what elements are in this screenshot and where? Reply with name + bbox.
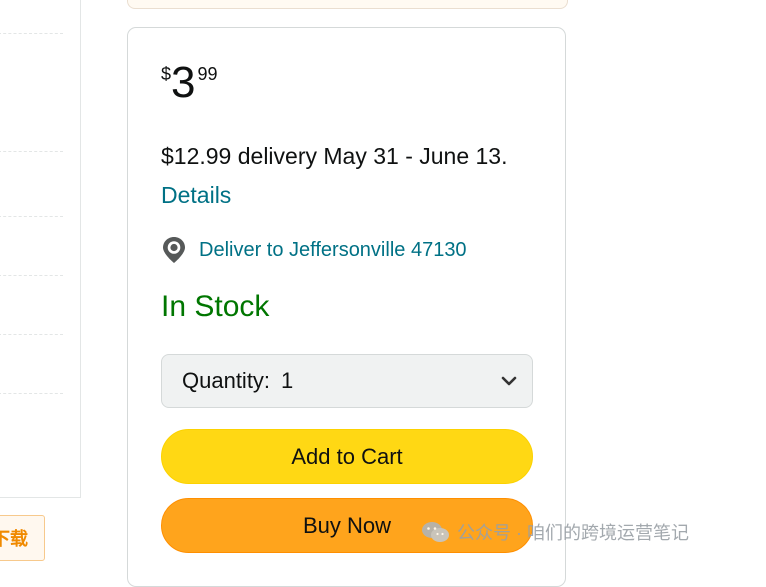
- availability-status: In Stock: [161, 290, 270, 323]
- divider: [0, 275, 63, 276]
- left-sidebar-panel: [0, 0, 81, 498]
- quantity-label: Quantity:: [182, 368, 271, 393]
- delivery-info: $12.99 delivery May 31 - June 13. Detail…: [161, 137, 511, 215]
- wechat-icon: [422, 522, 449, 542]
- add-to-cart-label: Add to Cart: [291, 443, 403, 469]
- download-label: 下载: [0, 529, 28, 549]
- download-button[interactable]: 下载: [0, 515, 45, 561]
- divider: [0, 334, 63, 335]
- watermark: 公众号 · 咱们的跨境运营笔记: [421, 516, 689, 548]
- price-fraction: 99: [197, 64, 218, 84]
- buy-now-label: Buy Now: [302, 512, 392, 538]
- chevron-down-icon: [501, 376, 517, 386]
- deliver-to-link[interactable]: Deliver to Jeffersonville 47130: [161, 236, 467, 264]
- add-to-cart-button[interactable]: Add to Cart: [161, 429, 533, 484]
- location-pin-icon: [163, 237, 185, 263]
- quantity-value: 1: [281, 368, 294, 393]
- divider: [0, 393, 63, 394]
- delivery-text: $12.99 delivery May 31 - June 13.: [161, 143, 508, 169]
- details-link[interactable]: Details: [161, 182, 231, 208]
- divider: [0, 33, 63, 34]
- price-whole: 3: [171, 58, 196, 107]
- divider: [0, 151, 63, 152]
- quantity-select[interactable]: Quantity: 1: [161, 354, 533, 408]
- price-symbol: $: [161, 64, 172, 84]
- price: $ 3 99: [161, 58, 218, 108]
- watermark-text: 公众号 · 咱们的跨境运营笔记: [457, 523, 689, 543]
- divider: [0, 216, 63, 217]
- deliver-to-label: Deliver to Jeffersonville 47130: [199, 238, 467, 261]
- top-card-remnant: [127, 0, 568, 9]
